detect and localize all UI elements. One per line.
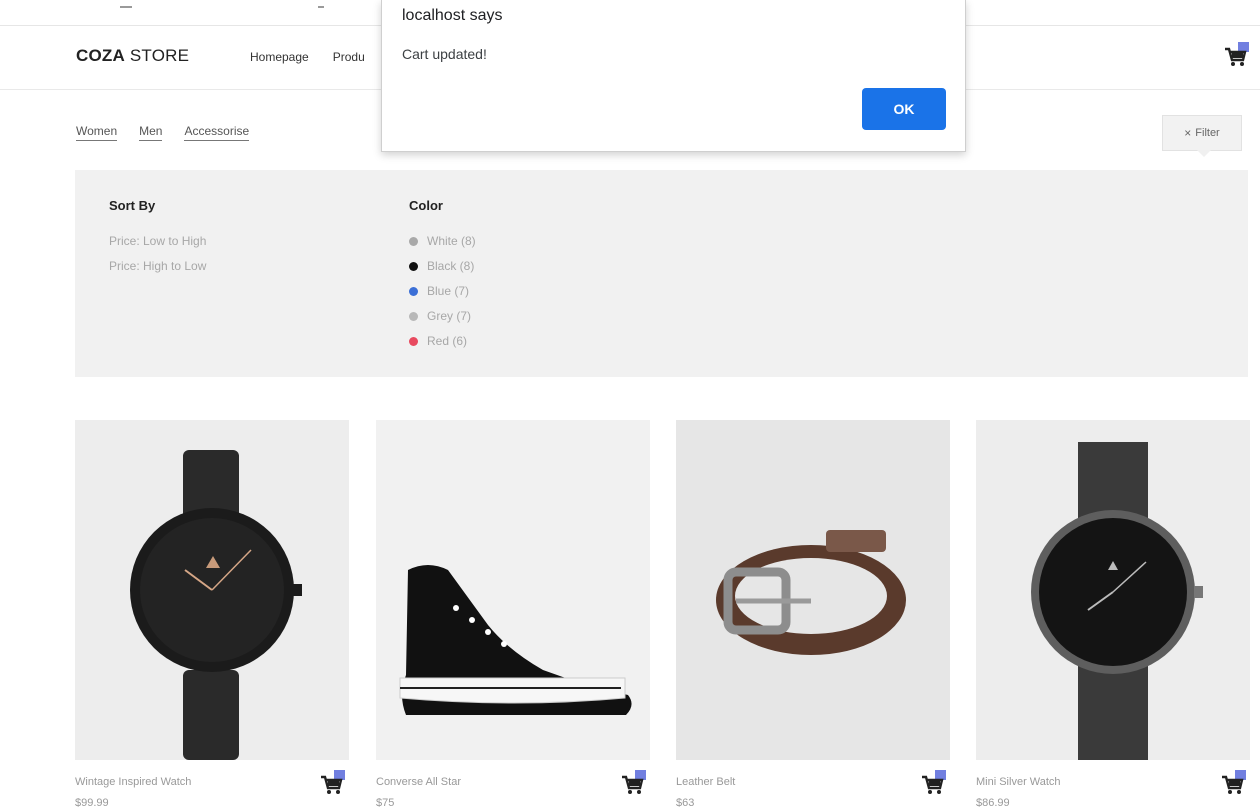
color-section: Color White (8) Black (8) Blue (7) Grey … bbox=[409, 198, 476, 354]
alert-dialog: localhost says Cart updated! OK bbox=[381, 0, 966, 152]
product-image-belt[interactable] bbox=[676, 420, 950, 760]
blue-dot-icon bbox=[409, 287, 418, 296]
add-to-cart-icon[interactable] bbox=[318, 768, 348, 798]
product-card[interactable]: Leather Belt $63 bbox=[676, 420, 950, 809]
add-to-cart-icon[interactable] bbox=[919, 768, 949, 798]
product-image-black-watch[interactable] bbox=[75, 420, 349, 760]
product-image-sneaker[interactable] bbox=[376, 420, 650, 760]
ok-button[interactable]: OK bbox=[862, 88, 946, 130]
nav-item-homepage[interactable]: Homepage bbox=[250, 50, 309, 64]
white-dot-icon bbox=[409, 237, 418, 246]
color-option-label: Blue (7) bbox=[427, 284, 470, 298]
add-to-cart-icon[interactable] bbox=[619, 768, 649, 798]
logo-bold-text: COZA bbox=[76, 46, 125, 65]
product-name[interactable]: Leather Belt bbox=[676, 776, 735, 788]
sort-by-title: Sort By bbox=[109, 198, 156, 213]
site-logo[interactable]: COZA STORE bbox=[76, 46, 189, 66]
color-option-white[interactable]: White (8) bbox=[409, 229, 476, 254]
sort-option-low-high[interactable]: Price: Low to High bbox=[109, 229, 206, 254]
header-cart-icon[interactable] bbox=[1222, 40, 1252, 70]
product-name[interactable]: Wintage Inspired Watch bbox=[75, 776, 191, 788]
product-name[interactable]: Converse All Star bbox=[376, 776, 461, 788]
color-option-label: White (8) bbox=[427, 234, 476, 248]
filter-button[interactable]: × Filter bbox=[1162, 115, 1242, 157]
top-bar-mark bbox=[318, 6, 324, 8]
color-option-label: Black (8) bbox=[427, 259, 475, 273]
product-image-mesh-watch[interactable] bbox=[976, 420, 1250, 760]
main-nav: Homepage Produ bbox=[250, 50, 365, 64]
category-women[interactable]: Women bbox=[76, 124, 118, 141]
product-card[interactable]: Wintage Inspired Watch $99.99 bbox=[75, 420, 349, 809]
filter-panel: Sort By Price: Low to High Price: High t… bbox=[75, 170, 1248, 377]
add-to-cart-icon[interactable] bbox=[1219, 768, 1249, 798]
product-price: $99.99 bbox=[75, 797, 109, 809]
top-bar-mark bbox=[120, 6, 132, 8]
product-price: $63 bbox=[676, 797, 695, 809]
close-icon: × bbox=[1184, 126, 1192, 140]
product-card[interactable]: Mini Silver Watch $86.99 bbox=[976, 420, 1250, 809]
product-price: $86.99 bbox=[976, 797, 1010, 809]
dialog-message: Cart updated! bbox=[402, 46, 487, 62]
sort-by-section: Sort By Price: Low to High Price: High t… bbox=[109, 198, 206, 279]
black-dot-icon bbox=[409, 262, 418, 271]
dialog-title: localhost says bbox=[402, 7, 503, 24]
logo-text: STORE bbox=[124, 46, 190, 65]
color-option-label: Red (6) bbox=[427, 334, 468, 348]
color-option-red[interactable]: Red (6) bbox=[409, 329, 476, 354]
sort-option-high-low[interactable]: Price: High to Low bbox=[109, 254, 206, 279]
product-card[interactable]: Converse All Star $75 bbox=[376, 420, 650, 809]
product-price: $75 bbox=[376, 797, 395, 809]
color-option-label: Grey (7) bbox=[427, 309, 472, 323]
red-dot-icon bbox=[409, 337, 418, 346]
category-men[interactable]: Men bbox=[139, 124, 163, 141]
color-option-blue[interactable]: Blue (7) bbox=[409, 279, 476, 304]
category-accessorise[interactable]: Accessorise bbox=[184, 124, 250, 141]
grey-dot-icon bbox=[409, 312, 418, 321]
product-name[interactable]: Mini Silver Watch bbox=[976, 776, 1061, 788]
nav-item-products[interactable]: Produ bbox=[333, 50, 365, 64]
color-option-black[interactable]: Black (8) bbox=[409, 254, 476, 279]
category-filter-links: Women Men Accessorise bbox=[76, 124, 250, 141]
color-option-grey[interactable]: Grey (7) bbox=[409, 304, 476, 329]
color-title: Color bbox=[409, 198, 443, 213]
filter-button-label: Filter bbox=[1195, 127, 1220, 139]
